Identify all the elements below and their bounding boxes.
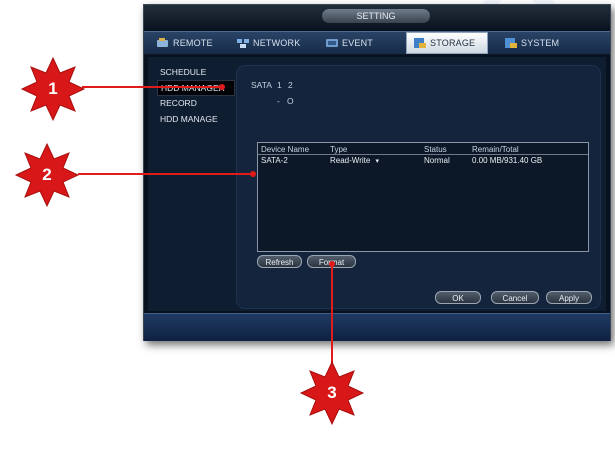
cell-device: SATA-2: [261, 156, 288, 165]
ok-button[interactable]: OK: [435, 291, 481, 304]
tab-storage-label: STORAGE: [430, 38, 476, 48]
type-dropdown[interactable]: Read-Write ▾: [330, 156, 379, 165]
sata-port-1-status: -: [277, 96, 280, 106]
sata-port-2-status: O: [287, 96, 294, 106]
column-header-status: Status: [424, 145, 447, 154]
tab-system-label: SYSTEM: [521, 38, 560, 48]
chevron-down-icon: ▾: [375, 158, 380, 165]
window-title: SETTING: [322, 9, 430, 23]
sata-port-2: 2: [288, 80, 293, 90]
apply-button[interactable]: Apply: [546, 291, 592, 304]
callout-line-3: [331, 264, 333, 366]
hdd-table: Device Name Type Status Remain/Total SAT…: [257, 142, 589, 252]
system-icon: [505, 38, 517, 48]
tab-remote-label: REMOTE: [173, 38, 213, 48]
callout-dot-3: [329, 261, 335, 267]
cell-remain-total: 0.00 MB/931.40 GB: [472, 156, 543, 165]
tab-network-label: NETWORK: [253, 38, 301, 48]
sata-port-1: 1: [277, 80, 282, 90]
event-icon: [326, 39, 338, 47]
callout-line-2: [78, 173, 254, 175]
type-value: Read-Write: [330, 156, 371, 165]
callout-line-1: [82, 86, 222, 88]
tab-system[interactable]: SYSTEM: [496, 32, 576, 54]
tab-bar: REMOTE NETWORK EVENT STORAGE SYSTEM: [144, 31, 610, 55]
column-header-type: Type: [330, 145, 348, 154]
sidebar-item-hdd-manage[interactable]: HDD MANAGE: [157, 112, 221, 126]
callout-badge-1: 1: [20, 56, 86, 122]
bottom-bar: [144, 313, 610, 341]
tab-network[interactable]: NETWORK: [232, 32, 312, 54]
tab-remote[interactable]: REMOTE: [152, 32, 224, 54]
callout-number-2: 2: [42, 165, 52, 184]
callout-number-3: 3: [327, 383, 337, 402]
cell-status: Normal: [424, 156, 450, 165]
tab-event[interactable]: EVENT: [319, 32, 399, 54]
remote-icon: [157, 38, 168, 47]
sidebar-item-schedule[interactable]: SCHEDULE: [157, 65, 209, 79]
callout-dot-1: [219, 84, 225, 90]
network-icon: [237, 39, 249, 48]
hdd-panel: SATA 1 2 - O Device Name Type Status Rem…: [236, 65, 601, 309]
content-area: SCHEDULE HDD MANAGER RECORD HDD MANAGE S…: [148, 57, 606, 311]
callout-badge-3: 3: [299, 360, 365, 426]
sata-label: SATA: [251, 80, 272, 90]
header-divider: [258, 154, 588, 155]
tab-event-label: EVENT: [342, 38, 374, 48]
callout-dot-2: [250, 171, 256, 177]
column-header-remain-total: Remain/Total: [472, 145, 519, 154]
cancel-button[interactable]: Cancel: [491, 291, 539, 304]
storage-icon: [414, 38, 426, 48]
sidebar-item-record[interactable]: RECORD: [157, 96, 200, 110]
title-bar: SETTING: [144, 5, 610, 29]
tab-storage[interactable]: STORAGE: [406, 32, 488, 54]
refresh-button[interactable]: Refresh: [257, 255, 302, 268]
column-header-device: Device Name: [261, 145, 310, 154]
callout-badge-2: 2: [14, 142, 80, 208]
callout-number-1: 1: [48, 79, 58, 98]
